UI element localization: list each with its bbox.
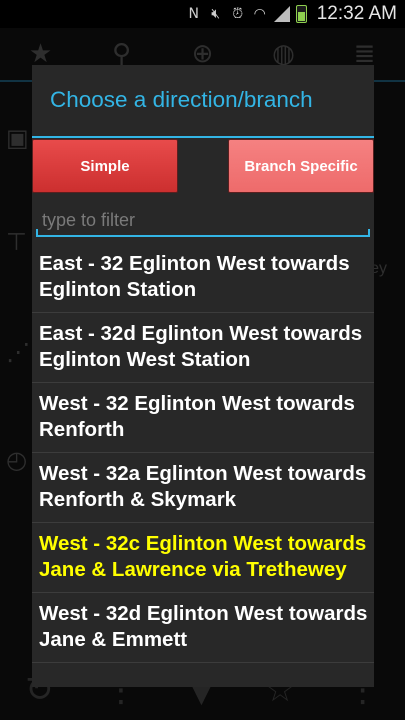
mute-icon: 🔇︎ bbox=[211, 6, 221, 22]
battery-icon bbox=[295, 5, 307, 23]
wifi-icon: ◠ bbox=[253, 6, 266, 22]
alarm-icon: ⏰︎ bbox=[232, 6, 244, 22]
filter-tick-right bbox=[368, 229, 370, 237]
list-item[interactable]: West - 32a Eglinton West towards Renfort… bbox=[32, 453, 374, 523]
list-item[interactable]: East - 32d Eglinton West towards Eglinto… bbox=[32, 313, 374, 383]
direction-list: East - 32 Eglinton West towards Eglinton… bbox=[32, 243, 374, 663]
list-item[interactable]: West - 32 Eglinton West towards Renforth bbox=[32, 383, 374, 453]
simple-button[interactable]: Simple bbox=[32, 139, 178, 193]
list-item-highlighted[interactable]: West - 32c Eglinton West towards Jane & … bbox=[32, 523, 374, 593]
title-divider bbox=[32, 136, 374, 138]
filter-field bbox=[36, 205, 370, 241]
nfc-icon: N bbox=[188, 6, 199, 22]
filter-tick-left bbox=[36, 229, 38, 237]
status-bar: N 🔇︎ ⏰︎ ◠ 12:32 AM bbox=[0, 0, 405, 28]
direction-dialog: Choose a direction/branch Simple Branch … bbox=[32, 65, 374, 687]
status-time: 12:32 AM bbox=[316, 3, 397, 24]
signal-icon bbox=[273, 6, 290, 22]
branch-specific-button[interactable]: Branch Specific bbox=[228, 139, 374, 193]
filter-underline bbox=[36, 235, 370, 237]
list-item[interactable]: East - 32 Eglinton West towards Eglinton… bbox=[32, 243, 374, 313]
mode-buttons: Simple Branch Specific bbox=[32, 139, 374, 199]
filter-input[interactable] bbox=[36, 205, 370, 235]
dialog-title: Choose a direction/branch bbox=[50, 87, 313, 112]
list-item[interactable]: West - 32d Eglinton West towards Jane & … bbox=[32, 593, 374, 663]
